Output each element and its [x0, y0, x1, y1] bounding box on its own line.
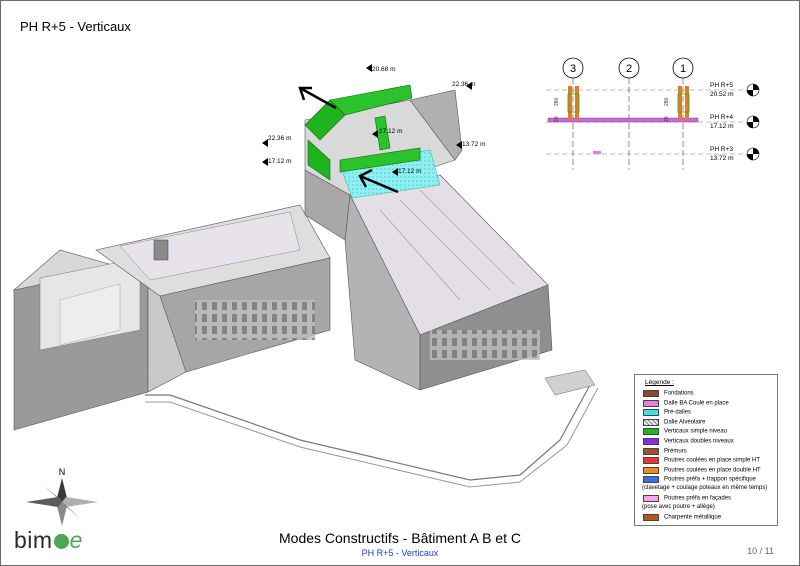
drawing-sheet: PH R+5 - Verticaux 20.68 m 22.36 m 22.36… — [0, 0, 800, 566]
legend-note-text: (pose avec poutre + allège) — [642, 503, 715, 510]
legend-label: Poutres coulées en place double HT — [664, 467, 761, 474]
legend-swatch — [643, 409, 659, 417]
legend-swatch — [643, 438, 659, 445]
north-label: N — [59, 467, 66, 477]
legend-swatch — [643, 399, 659, 407]
elevation-tag: 20.68 m — [366, 64, 396, 73]
legend-label: Poutres préfa + trappon spécifique — [664, 476, 756, 483]
legend-note: (clavetage + coulage poteaux en même tem… — [642, 485, 767, 491]
legend-note: (pose avec poutre + allège) — [642, 504, 715, 510]
access-ramp — [145, 369, 599, 488]
footer-title: Modes Constructifs - Bâtiment A B et C — [279, 530, 521, 546]
legend-label: Charpente métallique — [664, 514, 722, 521]
svg-text:17.12 m: 17.12 m — [268, 158, 292, 165]
svg-text:13.72 m: 13.72 m — [462, 141, 486, 148]
legend-swatch — [643, 466, 659, 474]
legend-item: Dalle BA Coulé en place — [643, 399, 729, 409]
legend-label: Pré-dalles — [664, 409, 692, 416]
svg-text:PH R+4: PH R+4 — [710, 114, 733, 121]
svg-text:PH R+5: PH R+5 — [710, 82, 733, 89]
legend-swatch — [643, 447, 659, 455]
legend-item: Pré-dalles — [643, 409, 691, 418]
elevation-tag: 22.36 m — [452, 81, 476, 90]
svg-text:280: 280 — [554, 97, 560, 106]
legend-swatch — [643, 428, 659, 436]
building-a — [344, 174, 553, 391]
legend-swatch — [643, 418, 659, 426]
section-detail: 3 2 1 280 20 280 20 PH R+5 20.52 m PH R+… — [546, 57, 760, 170]
footer-subtitle: PH R+5 - Verticaux — [361, 548, 439, 558]
svg-text:20.68 m: 20.68 m — [372, 66, 396, 73]
legend-label: Poutres préfa en façades — [664, 495, 732, 502]
legend-title: Légende : — [645, 379, 674, 386]
legend-label: Fondations — [664, 390, 694, 397]
compass-rose: N — [26, 467, 98, 526]
grid-label: 1 — [680, 63, 686, 75]
legend-note-text: (clavetage + coulage poteaux en même tem… — [642, 485, 768, 491]
legend-swatch — [643, 457, 659, 465]
legend-label: Verticaux simple niveau — [664, 428, 728, 435]
legend-item: Poutres coulées en place double HT — [643, 466, 761, 476]
legend-item: Poutres coulées en place simple HT — [643, 457, 760, 466]
legend-label: Prémurs — [664, 448, 687, 455]
legend-swatch — [643, 390, 659, 397]
svg-text:20.52 m: 20.52 m — [710, 91, 734, 98]
svg-text:17.12 m: 17.12 m — [379, 128, 403, 135]
grid-label: 3 — [570, 63, 576, 75]
svg-text:22.36 m: 22.36 m — [452, 81, 476, 88]
legend-swatch — [643, 513, 659, 521]
legend-item: Verticaux simple niveau — [643, 428, 727, 437]
elevation-tag: 17.12 m — [392, 168, 422, 176]
page-number: 10 / 11 — [747, 546, 774, 556]
legend-label: Poutres coulées en place simple HT — [664, 457, 761, 464]
svg-text:17.12 m: 17.12 m — [710, 123, 734, 130]
legend-swatch — [643, 495, 659, 502]
legend-label: Dalle BA Coulé en place — [664, 400, 729, 407]
legend-item: Fondations — [643, 390, 694, 399]
legend-label: Dalle Alvéolaire — [664, 419, 706, 426]
svg-text:22.36 m: 22.36 m — [268, 135, 292, 142]
svg-text:20: 20 — [554, 116, 560, 122]
svg-text:PH R+3: PH R+3 — [710, 146, 733, 153]
elevation-tag: 17.12 m — [262, 158, 292, 166]
elevation-tag: 13.72 m — [456, 141, 486, 149]
grid-label: 2 — [626, 63, 632, 75]
svg-text:13.72 m: 13.72 m — [710, 155, 734, 162]
legend-label: Verticaux doubles niveaux — [664, 438, 734, 445]
svg-text:20: 20 — [664, 116, 670, 122]
legend-item: Dalle Alvéolaire — [643, 418, 706, 428]
legend-swatch — [643, 476, 659, 484]
svg-text:17.12 m: 17.12 m — [398, 168, 422, 175]
legend-item: Charpente métallique — [643, 513, 722, 523]
grid-bubbles: 3 2 1 — [562, 57, 694, 79]
legend-item: Verticaux doubles niveaux — [643, 438, 734, 447]
elevation-tag: 22.36 m — [262, 135, 292, 147]
legend-item: Prémurs — [643, 447, 687, 457]
svg-text:280: 280 — [664, 97, 670, 106]
legend-panel: Légende : Fondations Dalle BA Coulé en pl… — [634, 374, 778, 526]
